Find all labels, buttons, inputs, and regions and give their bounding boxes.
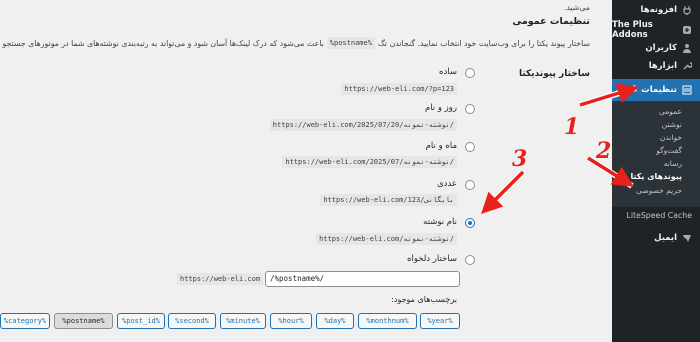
annotation-number-1: 1 (564, 114, 580, 140)
annotation-number-3: 3 (512, 146, 528, 172)
annotation-arrow-settings (579, 83, 639, 108)
annotation-arrow-post-name (480, 169, 526, 215)
annotation-number-2: 2 (596, 138, 612, 164)
annotation-arrows (480, 83, 639, 215)
